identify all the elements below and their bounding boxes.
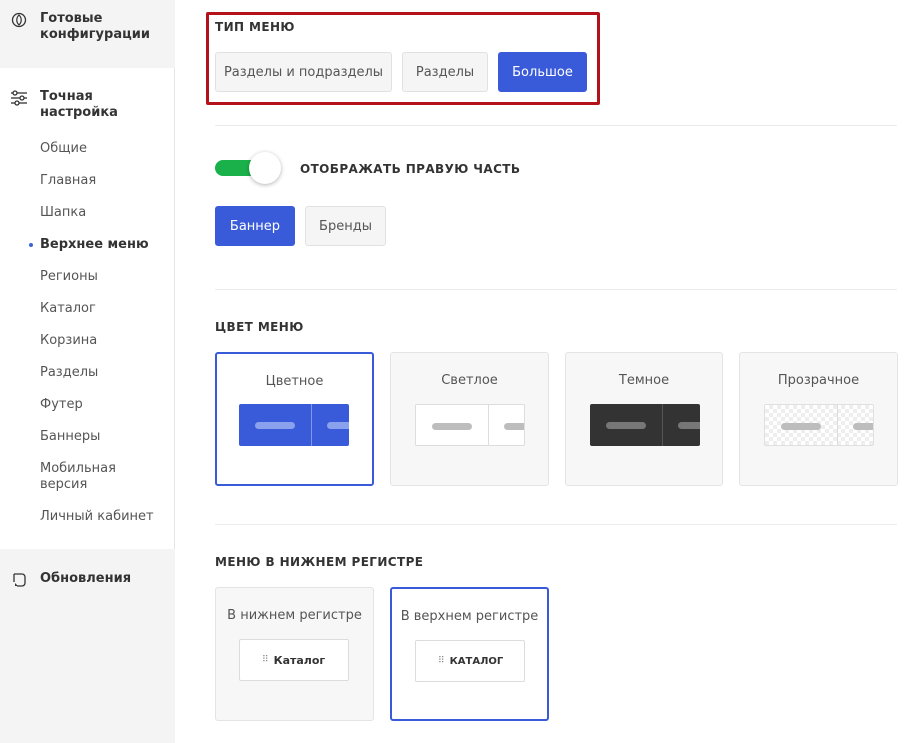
card-label: Темное [618, 373, 670, 388]
sidebar: Готовые конфигурации Точная настройка Об… [0, 0, 175, 743]
sidebar-item-fine-tuning[interactable]: Точная настройка [10, 89, 150, 121]
menu-type-sections-button[interactable]: Разделы [402, 52, 488, 92]
right-part-brands-button[interactable]: Бренды [305, 206, 386, 246]
menu-color-dark-card[interactable]: Темное [565, 352, 723, 486]
card-label: Светлое [441, 373, 498, 388]
case-sample-text: Каталог [273, 653, 326, 667]
card-label: В нижнем регистре [227, 608, 362, 623]
sidebar-subitem[interactable]: Главная [40, 173, 160, 189]
menu-type-sections-subsections-button[interactable]: Разделы и подразделы [215, 52, 392, 92]
sidebar-subitem[interactable]: Мобильная версия [40, 461, 160, 493]
card-label: Прозрачное [777, 373, 860, 388]
sidebar-fine-tuning-label: Точная настройка [40, 89, 118, 120]
sidebar-subitem[interactable]: Каталог [40, 301, 160, 317]
menu-preview-light [415, 404, 525, 446]
sidebar-item-ready-configs[interactable]: Готовые конфигурации [10, 11, 150, 43]
menu-color-title: ЦВЕТ МЕНЮ [215, 320, 304, 334]
menu-case-title: МЕНЮ В НИЖНЕМ РЕГИСТРЕ [215, 555, 424, 569]
divider [215, 524, 897, 525]
sidebar-item-updates[interactable]: Обновления [10, 571, 150, 589]
toggle-knob [249, 152, 281, 184]
update-icon [10, 571, 28, 589]
sidebar-subitem[interactable]: Корзина [40, 333, 160, 349]
card-label: В верхнем регистре [400, 609, 539, 624]
divider [215, 289, 897, 290]
sidebar-subitem[interactable]: Разделы [40, 365, 160, 381]
sidebar-subitem[interactable]: Шапка [40, 205, 160, 221]
divider [215, 125, 897, 126]
grid-dots-icon: ⠿ [438, 656, 445, 666]
sidebar-subitem[interactable]: Футер [40, 397, 160, 413]
menu-case-uppercase-card[interactable]: В верхнем регистре ⠿ КАТАЛОГ [390, 587, 549, 721]
sidebar-subitem[interactable]: Баннеры [40, 429, 160, 445]
menu-color-transparent-card[interactable]: Прозрачное [739, 352, 898, 486]
settings-panel: ТИП МЕНЮ Разделы и подразделы Разделы Бо… [175, 0, 924, 743]
sidebar-subitem[interactable]: Регионы [40, 269, 160, 285]
right-part-banner-button[interactable]: Баннер [215, 206, 295, 246]
palette-icon [10, 11, 28, 29]
sidebar-updates-label: Обновления [40, 571, 132, 586]
right-part-toggle[interactable] [215, 152, 281, 184]
case-preview-lowercase: ⠿ Каталог [239, 639, 349, 681]
right-part-title: ОТОБРАЖАТЬ ПРАВУЮ ЧАСТЬ [300, 162, 521, 176]
grid-dots-icon: ⠿ [262, 655, 269, 665]
sidebar-ready-configs-label: Готовые конфигурации [40, 11, 150, 42]
menu-case-lowercase-card[interactable]: В нижнем регистре ⠿ Каталог [215, 587, 374, 721]
menu-preview-dark [590, 404, 700, 446]
menu-preview-colored [239, 404, 349, 446]
menu-color-colored-card[interactable]: Цветное [215, 352, 374, 486]
menu-type-title: ТИП МЕНЮ [215, 20, 295, 34]
menu-type-large-button[interactable]: Большое [498, 52, 587, 92]
sidebar-subitem[interactable]: Личный кабинет [40, 509, 160, 525]
case-sample-text: КАТАЛОГ [449, 655, 504, 667]
case-preview-uppercase: ⠿ КАТАЛОГ [415, 640, 525, 682]
sliders-icon [10, 89, 28, 107]
card-label: Цветное [265, 374, 324, 389]
menu-preview-transparent [764, 404, 874, 446]
menu-color-light-card[interactable]: Светлое [390, 352, 549, 486]
sidebar-subitem[interactable]: Общие [40, 141, 160, 157]
sidebar-subitem[interactable]: Верхнее меню [29, 237, 160, 253]
